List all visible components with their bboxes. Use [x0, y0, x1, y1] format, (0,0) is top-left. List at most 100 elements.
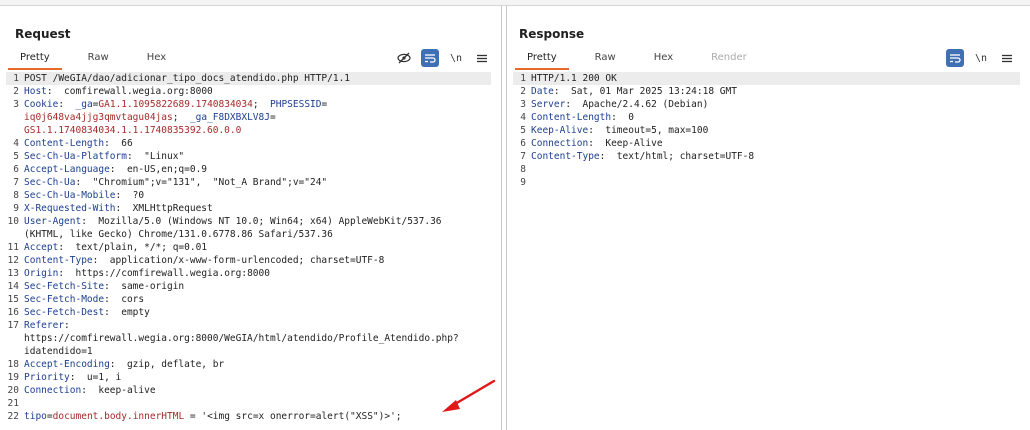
- response-word-wrap-button[interactable]: [946, 49, 964, 67]
- menu-icon: [1002, 54, 1012, 62]
- code-line: 16 Sec-Fetch-Dest: empty: [6, 306, 491, 319]
- code-token: : en-US,en;q=0.9: [109, 164, 208, 175]
- line-content: Connection: Keep-Alive: [531, 137, 663, 150]
- code-token: : comfirewall.wegia.org:8000: [46, 86, 213, 97]
- line-content: Date: Sat, 01 Mar 2025 13:24:18 GMT: [531, 85, 737, 98]
- code-token: document.body.innerHTML: [52, 411, 185, 422]
- line-content: Sec-Ch-Ua-Platform: "Linux": [24, 150, 184, 163]
- code-token: : cors: [104, 294, 145, 305]
- code-token: Content-Length: [24, 138, 105, 149]
- line-number: 5: [13, 151, 19, 162]
- line-number: [6, 111, 24, 124]
- request-tab-pretty[interactable]: Pretty: [8, 50, 62, 74]
- code-token: Accept-Language: [24, 164, 110, 175]
- line-number: 19: [7, 372, 19, 383]
- word-wrap-button[interactable]: [421, 49, 439, 67]
- code-token: : ?0: [115, 190, 145, 201]
- line-content: (KHTML, like Gecko) Chrome/131.0.6778.86…: [24, 228, 333, 241]
- code-token: Keep-Alive: [531, 125, 589, 136]
- newline-toggle-button[interactable]: \n: [447, 49, 465, 67]
- line-content: User-Agent: Mozilla/5.0 (Windows NT 10.0…: [24, 215, 442, 228]
- line-content: idatendido=1: [24, 345, 93, 358]
- response-menu-button[interactable]: [998, 49, 1016, 67]
- code-line: 19 Priority: u=1, i: [6, 371, 491, 384]
- request-toolbar: \n: [387, 48, 491, 68]
- line-number: 10: [7, 216, 19, 227]
- line-number: 12: [7, 255, 19, 266]
- response-newline-toggle-button[interactable]: \n: [972, 49, 990, 67]
- request-menu-button[interactable]: [473, 49, 491, 67]
- code-token: : same-origin: [104, 281, 185, 292]
- line-number: 9: [520, 177, 526, 188]
- line-content: Sec-Fetch-Site: same-origin: [24, 280, 184, 293]
- response-tab-raw[interactable]: Raw: [583, 50, 628, 74]
- request-tab-hex[interactable]: Hex: [135, 50, 178, 74]
- code-token: Sec-Fetch-Site: [24, 281, 105, 292]
- line-number: 4: [13, 138, 19, 149]
- line-content: Server: Apache/2.4.62 (Debian): [531, 98, 708, 111]
- response-tab-hex[interactable]: Hex: [642, 50, 685, 74]
- hide-nonprintable-button[interactable]: [395, 49, 413, 67]
- response-tab-pretty[interactable]: Pretty: [515, 50, 569, 74]
- line-number: 5: [520, 125, 526, 136]
- code-token: Origin: [24, 268, 59, 279]
- line-number: 15: [7, 294, 19, 305]
- line-number: 8: [520, 164, 526, 175]
- code-token: : Sat, 01 Mar 2025 13:24:18 GMT: [553, 86, 737, 97]
- code-line: 4 Content-Length: 0: [513, 111, 1020, 124]
- line-content: https://comfirewall.wegia.org:8000/WeGIA…: [24, 332, 459, 345]
- request-tabs: Pretty Raw Hex: [8, 50, 192, 74]
- code-token: Content-Length: [531, 112, 612, 123]
- line-number: 22: [7, 411, 19, 422]
- request-title: Request: [15, 27, 71, 41]
- code-token: : 66: [104, 138, 133, 149]
- code-token: : text/html; charset=UTF-8: [599, 151, 755, 162]
- code-token: Date: [531, 86, 554, 97]
- response-tabs: Pretty Raw Hex Render: [515, 50, 773, 74]
- newline-icon: \n: [974, 52, 988, 64]
- line-content: Accept-Encoding: gzip, deflate, br: [24, 358, 224, 371]
- code-token: Connection: [531, 138, 589, 149]
- code-token: : application/x-www-form-urlencoded; cha…: [92, 255, 385, 266]
- response-editor[interactable]: 1 HTTP/1.1 200 OK 2 Date: Sat, 01 Mar 2025 …: [513, 72, 1020, 424]
- code-token: Sec-Ch-Ua-Platform: [24, 151, 127, 162]
- code-line: (KHTML, like Gecko) Chrome/131.0.6778.86…: [6, 228, 491, 241]
- code-line: 1 POST /WeGIA/dao/adicionar_tipo_docs_ate…: [6, 72, 491, 85]
- line-content: Referer:: [24, 319, 70, 332]
- response-tab-render[interactable]: Render: [699, 50, 759, 74]
- code-line: 17 Referer:: [6, 319, 491, 332]
- code-token: Sec-Ch-Ua: [24, 177, 76, 188]
- code-token: : "Chromium";v="131", "Not_A Brand";v="2…: [75, 177, 328, 188]
- code-line: 13 Origin: https://comfirewall.wegia.org:…: [6, 267, 491, 280]
- code-line: 21: [6, 397, 491, 410]
- line-content: Content-Type: text/html; charset=UTF-8: [531, 150, 754, 163]
- line-number: 2: [520, 86, 526, 97]
- line-number: 6: [520, 138, 526, 149]
- line-content: Sec-Ch-Ua-Mobile: ?0: [24, 189, 144, 202]
- line-content: Priority: u=1, i: [24, 371, 121, 384]
- line-content: Content-Type: application/x-www-form-url…: [24, 254, 384, 267]
- line-content: Sec-Fetch-Dest: empty: [24, 306, 150, 319]
- code-line: 3 Server: Apache/2.4.62 (Debian): [513, 98, 1020, 111]
- code-token: Server: [531, 99, 566, 110]
- code-line: https://comfirewall.wegia.org:8000/WeGIA…: [6, 332, 491, 345]
- code-line: 7 Sec-Ch-Ua: "Chromium";v="131", "Not_A B…: [6, 176, 491, 189]
- code-token: _ga_F8DXBXLV8J: [189, 112, 270, 123]
- code-token: Sec-Fetch-Mode: [24, 294, 105, 305]
- line-number: 3: [520, 99, 526, 110]
- line-number: 1: [520, 73, 526, 84]
- code-token: : Apache/2.4.62 (Debian): [565, 99, 709, 110]
- code-token: : https://comfirewall.wegia.org:8000: [58, 268, 270, 279]
- code-token: Referer: [24, 320, 65, 331]
- line-content: tipo=document.body.innerHTML = '<img src…: [24, 410, 402, 423]
- code-token: : timeout=5, max=100: [588, 125, 709, 136]
- code-line: 18 Accept-Encoding: gzip, deflate, br: [6, 358, 491, 371]
- response-title: Response: [519, 27, 585, 41]
- request-editor[interactable]: 1 POST /WeGIA/dao/adicionar_tipo_docs_ate…: [6, 72, 491, 424]
- code-token: https://comfirewall.wegia.org:8000/WeGIA…: [24, 333, 459, 344]
- code-token: : keep-alive: [81, 385, 156, 396]
- red-arrow-annotation: [442, 379, 496, 412]
- code-token: : empty: [104, 307, 150, 318]
- line-content: Accept: text/plain, */*; q=0.01: [24, 241, 207, 254]
- request-tab-raw[interactable]: Raw: [76, 50, 121, 74]
